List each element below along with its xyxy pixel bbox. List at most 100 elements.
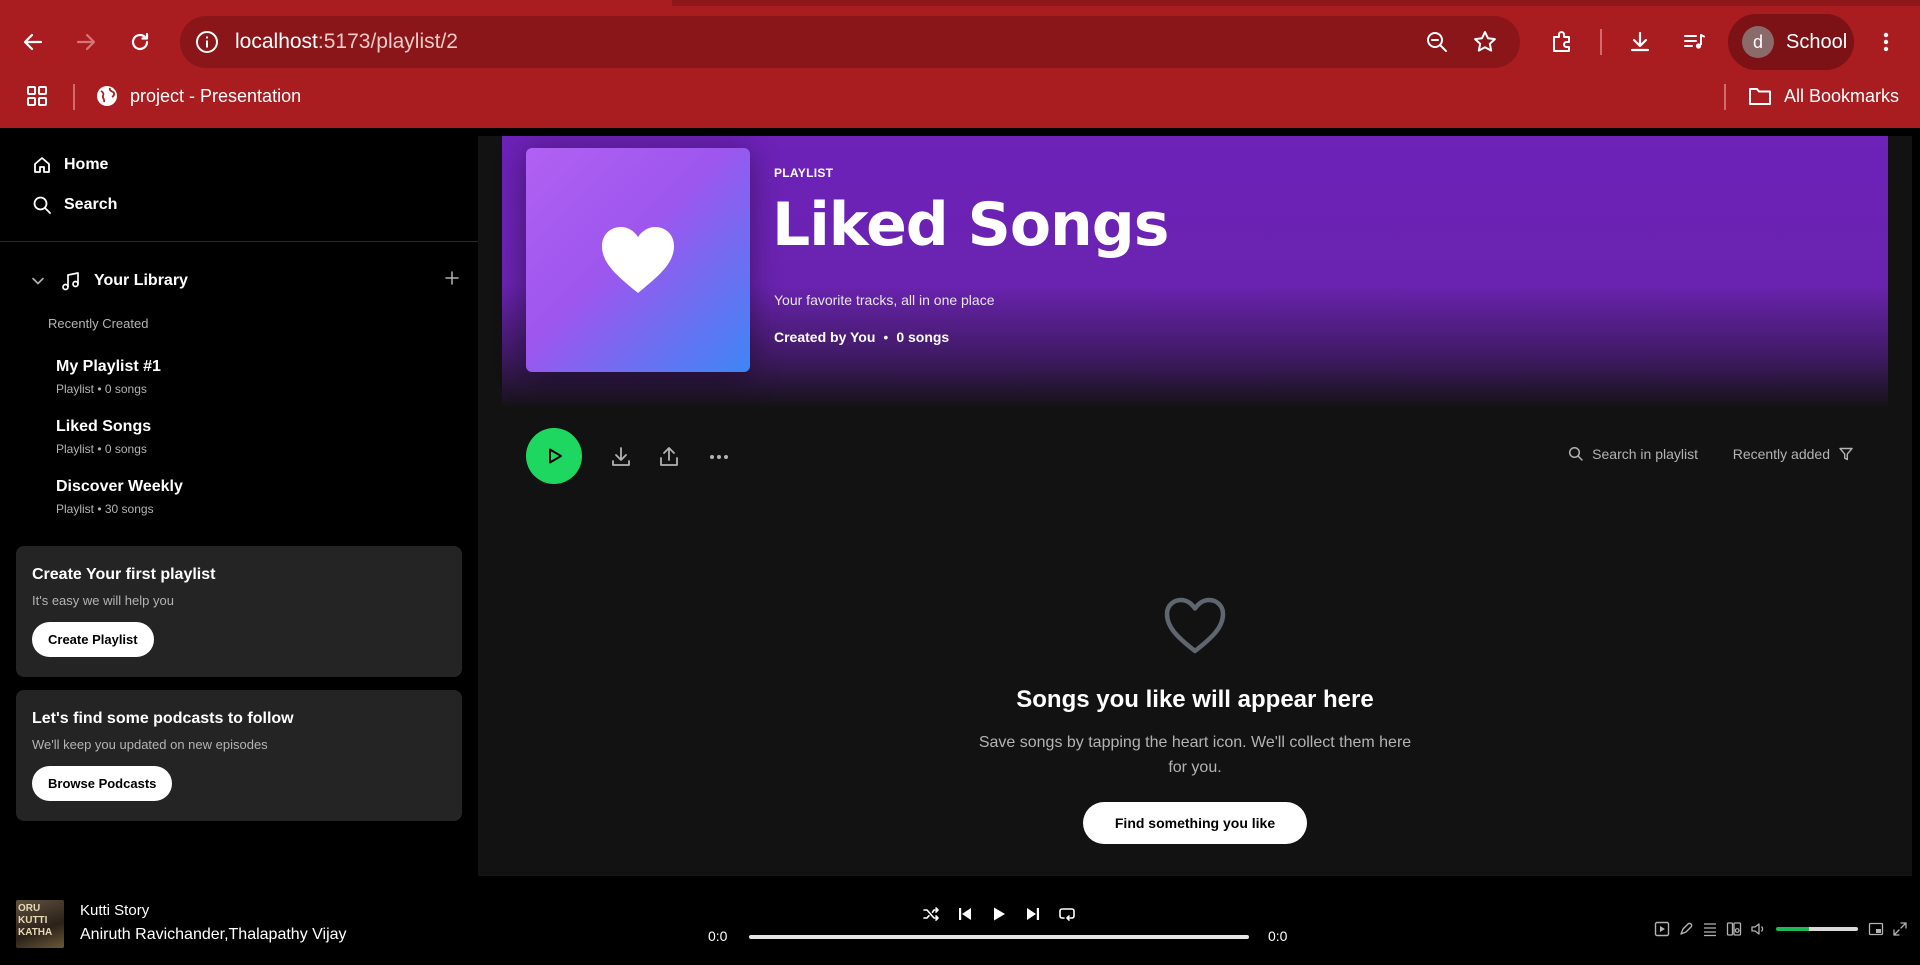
extra-controls xyxy=(1650,918,1912,940)
playlist-search-placeholder: Search in playlist xyxy=(1592,446,1698,462)
sort-label: Recently added xyxy=(1732,446,1830,462)
empty-state-title: Songs you like will appear here xyxy=(1016,686,1374,713)
all-bookmarks-button[interactable]: All Bookmarks xyxy=(1748,78,1899,114)
sidebar-item-home[interactable]: Home xyxy=(32,150,108,180)
library-item-subtitle: Playlist • 30 songs xyxy=(56,502,154,516)
download-icon[interactable] xyxy=(608,444,634,470)
play-button[interactable] xyxy=(526,428,582,484)
page-title: Liked Songs xyxy=(772,190,1169,260)
queue-icon[interactable] xyxy=(1698,918,1722,940)
forward-button[interactable] xyxy=(68,24,104,60)
reload-icon xyxy=(131,32,149,51)
playback-controls xyxy=(920,903,1078,925)
sidebar-item-label: Home xyxy=(64,156,109,173)
library-item-title: Liked Songs xyxy=(56,418,152,435)
sidebar-divider xyxy=(0,241,478,242)
create-playlist-card: Create Your first playlist It's easy we … xyxy=(16,546,462,677)
search-icon xyxy=(33,196,51,214)
more-options-icon[interactable] xyxy=(706,444,732,470)
volume-icon[interactable] xyxy=(1746,918,1770,940)
library-item-subtitle: Playlist • 0 songs xyxy=(56,442,147,456)
shuffle-icon[interactable] xyxy=(920,903,942,925)
media-control-icon[interactable] xyxy=(1676,24,1712,60)
globe-icon xyxy=(97,86,117,106)
library-item[interactable]: Discover Weekly Playlist • 30 songs xyxy=(56,478,436,516)
main-content: PLAYLIST Liked Songs Your favorite track… xyxy=(478,136,1912,876)
next-icon[interactable] xyxy=(1022,903,1044,925)
sort-dropdown[interactable]: Recently added xyxy=(1733,446,1854,462)
arrow-right-icon xyxy=(76,33,96,51)
playlist-kind: PLAYLIST xyxy=(774,166,834,180)
profile-button[interactable]: d School xyxy=(1728,14,1854,70)
promo-title: Create Your first playlist xyxy=(32,566,216,583)
playlist-search[interactable]: Search in playlist xyxy=(1568,446,1698,462)
site-info-icon[interactable] xyxy=(194,29,220,55)
previous-icon[interactable] xyxy=(954,903,976,925)
promo-subtitle: It's easy we will help you xyxy=(32,593,174,608)
library-item[interactable]: My Playlist #1 Playlist • 0 songs xyxy=(56,358,436,396)
empty-state: Songs you like will appear here Save son… xyxy=(502,596,1888,844)
zoom-icon[interactable] xyxy=(1424,29,1450,55)
back-button[interactable] xyxy=(15,24,51,60)
create-playlist-button[interactable]: Create Playlist xyxy=(32,622,154,657)
playlist-meta: Created by You • 0 songs xyxy=(774,329,949,345)
sidebar-item-search[interactable]: Search xyxy=(32,190,117,220)
downloads-icon[interactable] xyxy=(1622,24,1658,60)
now-playing-cover[interactable]: ORU KUTTI KATHA xyxy=(16,900,64,948)
avatar: d xyxy=(1742,26,1774,58)
playlist-actions: Search in playlist Recently added xyxy=(502,426,1888,486)
fullscreen-icon[interactable] xyxy=(1888,918,1912,940)
playlist-description: Your favorite tracks, all in one place xyxy=(774,292,995,308)
browse-podcasts-button[interactable]: Browse Podcasts xyxy=(32,766,173,801)
now-playing-view-icon[interactable] xyxy=(1650,918,1674,940)
bookmark-star-icon[interactable] xyxy=(1472,29,1498,55)
find-something-button[interactable]: Find something you like xyxy=(1082,802,1308,844)
tab-strip xyxy=(0,0,1920,6)
reload-button[interactable] xyxy=(122,24,158,60)
url-text[interactable]: localhost:5173/playlist/2 xyxy=(235,30,458,54)
library-title: Your Library xyxy=(94,272,188,289)
menu-kebab-icon[interactable] xyxy=(1868,24,1904,60)
extensions-icon[interactable] xyxy=(1544,24,1580,60)
apps-grid-icon[interactable] xyxy=(25,78,49,114)
repeat-icon[interactable] xyxy=(1056,903,1078,925)
now-playing-title[interactable]: Kutti Story xyxy=(80,902,149,919)
arrow-left-icon xyxy=(23,33,43,51)
volume-slider[interactable] xyxy=(1776,927,1858,931)
podcasts-card: Let's find some podcasts to follow We'll… xyxy=(16,690,462,821)
share-icon[interactable] xyxy=(656,444,682,470)
bookmarks-bar: project - Presentation All Bookmarks xyxy=(0,78,1920,128)
playlist-header: PLAYLIST Liked Songs Your favorite track… xyxy=(502,136,1888,406)
bookmark-project-presentation[interactable]: project - Presentation xyxy=(96,78,301,114)
heart-icon xyxy=(602,227,674,293)
mini-player-icon[interactable] xyxy=(1864,918,1888,940)
play-icon xyxy=(549,448,562,464)
bookmark-label: project - Presentation xyxy=(130,85,302,106)
library-item[interactable]: Liked Songs Playlist • 0 songs xyxy=(56,418,436,456)
music-app: Home Search Your Library Recently Create… xyxy=(0,128,1920,965)
library-header[interactable]: Your Library xyxy=(30,266,460,296)
chevron-down-icon[interactable] xyxy=(30,273,46,289)
music-note-icon xyxy=(62,272,79,291)
browser-chrome: localhost:5173/playlist/2 d School proje… xyxy=(0,0,1920,128)
add-icon[interactable] xyxy=(444,270,460,286)
empty-state-subtitle: Save songs by tapping the heart icon. We… xyxy=(978,734,1412,776)
library-item-title: Discover Weekly xyxy=(56,478,183,495)
now-playing-artist[interactable]: Aniruth Ravichander,Thalapathy Vijay xyxy=(80,926,347,944)
play-pause-icon[interactable] xyxy=(988,903,1010,925)
connect-device-icon[interactable] xyxy=(1722,918,1746,940)
playlist-song-count: 0 songs xyxy=(896,329,950,345)
bookmarks-divider xyxy=(73,84,75,110)
playlist-owner: Created by You xyxy=(774,329,876,345)
meta-separator: • xyxy=(883,329,889,345)
lyrics-icon[interactable] xyxy=(1674,918,1698,940)
sidebar-item-label: Search xyxy=(64,196,118,213)
library-item-title: My Playlist #1 xyxy=(56,358,161,375)
profile-name: School xyxy=(1786,30,1848,53)
address-bar[interactable]: localhost:5173/playlist/2 xyxy=(180,16,1520,68)
library-section-label: Recently Created xyxy=(48,316,149,331)
library-item-subtitle: Playlist • 0 songs xyxy=(56,382,147,396)
player-bar: ORU KUTTI KATHA Kutti Story Aniruth Ravi… xyxy=(0,876,1920,965)
folder-icon xyxy=(1749,88,1771,105)
progress-bar[interactable] xyxy=(749,935,1249,939)
